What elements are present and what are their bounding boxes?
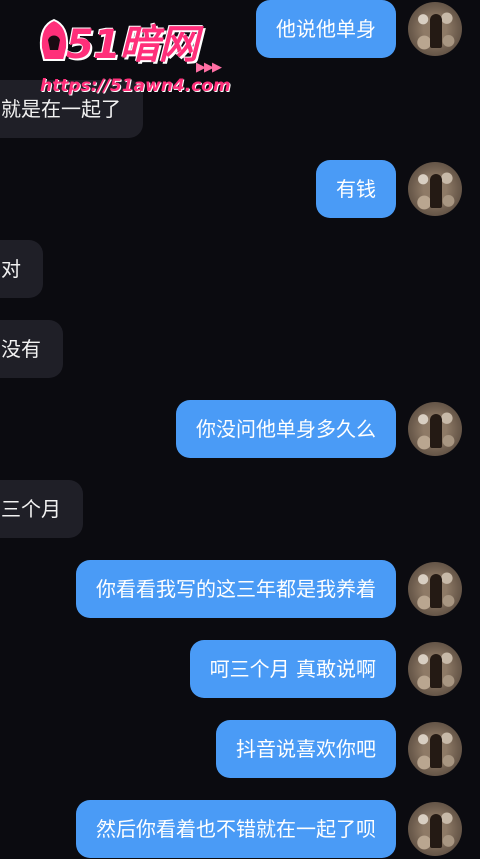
avatar[interactable]: [408, 802, 462, 856]
avatar[interactable]: [408, 162, 462, 216]
avatar[interactable]: [408, 722, 462, 776]
avatar[interactable]: [408, 402, 462, 456]
message-bubble-sent[interactable]: 然后你看着也不错就在一起了呗: [76, 800, 396, 858]
avatar[interactable]: [408, 562, 462, 616]
message-bubble-received[interactable]: 就是在一起了: [0, 80, 143, 138]
message-bubble-received[interactable]: 对: [0, 240, 43, 298]
avatar[interactable]: [408, 2, 462, 56]
message-bubble-sent[interactable]: 有钱: [316, 160, 396, 218]
avatar[interactable]: [408, 642, 462, 696]
message-bubble-received[interactable]: 三个月: [0, 480, 83, 538]
message-bubble-sent[interactable]: 呵三个月 真敢说啊: [189, 640, 396, 698]
message-bubble-sent[interactable]: 你没问他单身多久么: [176, 400, 396, 458]
message-bubble-sent[interactable]: 抖音说喜欢你吧: [216, 720, 396, 778]
message-bubble-received[interactable]: 没有: [0, 320, 63, 378]
message-bubble-sent[interactable]: 他说他单身: [256, 0, 396, 58]
message-bubble-sent[interactable]: 你看看我写的这三年都是我养着: [76, 560, 396, 618]
chat-area: 他说他单身 就是在一起了 有钱 对 没有 你没问他单身多久么 三个月 你看看我写…: [0, 0, 480, 859]
